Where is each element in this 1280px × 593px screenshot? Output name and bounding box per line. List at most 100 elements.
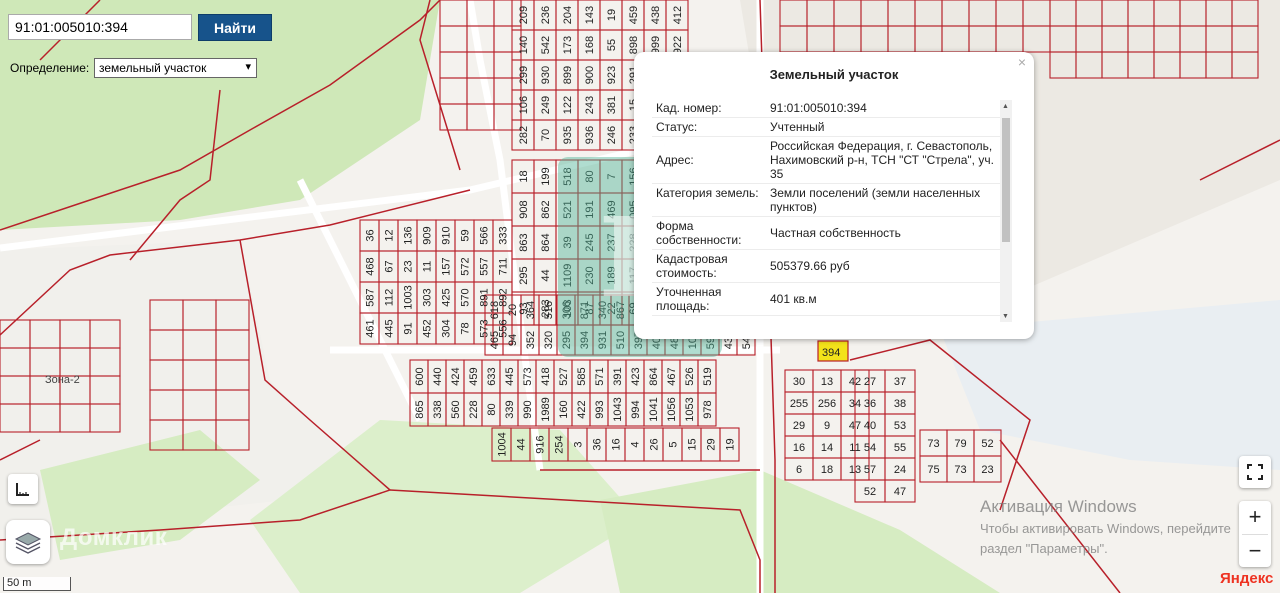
yandex-logo: Яндекс [1220, 570, 1274, 587]
plot-number: 993 [594, 400, 606, 418]
close-icon[interactable]: × [1018, 54, 1026, 70]
plot-number: 20 [507, 304, 519, 316]
plot-number: 122 [562, 96, 574, 114]
plot-number: 15 [687, 438, 699, 450]
plot-number: 1041 [648, 397, 660, 421]
plot-number: 70 [540, 129, 552, 141]
zoom-in-button[interactable]: + [1239, 501, 1271, 534]
plot-number: 19 [606, 9, 618, 21]
plot-number: 55 [606, 39, 618, 51]
plot-number: 908 [518, 200, 530, 218]
plot-number: 560 [450, 400, 462, 418]
plot-number: 519 [702, 367, 714, 385]
plot-number: 27 [864, 376, 876, 388]
row-key: Форма собственности: [656, 219, 742, 247]
definition-selected: земельный участок [99, 61, 207, 75]
plot-number: 16 [793, 442, 805, 454]
plot-number: 600 [414, 367, 426, 385]
plot-number: 19 [725, 438, 737, 450]
plot-number: 36 [365, 229, 377, 241]
plot-number: 862 [540, 200, 552, 218]
plot-number: 13 [849, 464, 861, 476]
fullscreen-button[interactable] [1239, 456, 1271, 488]
plot-number: 900 [584, 66, 596, 84]
row-value: 401 кв.м [770, 292, 817, 306]
plot-number: 13 [821, 376, 833, 388]
plot-number: 9 [824, 420, 830, 432]
zoom-out-button[interactable]: − [1239, 534, 1271, 567]
plot-number: 990 [522, 400, 534, 418]
plot-number: 29 [706, 438, 718, 450]
layers-button[interactable] [6, 520, 50, 564]
plot-number: 3 [573, 441, 585, 447]
plot-number: 4 [630, 441, 642, 447]
plot-number: 91 [403, 322, 415, 334]
plot-number: 994 [630, 400, 642, 418]
plot-number: 587 [365, 288, 377, 306]
plot-number: 36 [592, 438, 604, 450]
plot-number: 16 [611, 438, 623, 450]
plot-number: 364 [525, 301, 537, 319]
popup-row: Уточненная площадь: 401 кв.м [652, 283, 1012, 316]
plot-number: 465 [489, 331, 501, 349]
highlighted-plot-label: 394 [822, 347, 840, 359]
plot-number: 73 [927, 438, 939, 450]
chevron-down-icon: ▾ [245, 61, 251, 73]
popup-row: Статус: Учтенный [652, 118, 1012, 137]
plot-number: 23 [981, 464, 993, 476]
plot-number: 59 [460, 229, 472, 241]
plot-number: 445 [504, 367, 516, 385]
definition-select[interactable]: земельный участок ▾ [94, 58, 257, 78]
plot-number: 94 [507, 334, 519, 346]
plot-number: 6 [796, 464, 802, 476]
plot-number: 106 [518, 96, 530, 114]
plot-number: 1053 [684, 397, 696, 421]
plot-number: 461 [365, 319, 377, 337]
plot-number: 468 [365, 257, 377, 275]
plot-number: 916 [535, 435, 547, 453]
plot-number: 23 [403, 260, 415, 272]
plot-number: 112 [384, 289, 396, 307]
plot-number: 79 [954, 438, 966, 450]
fullscreen-icon [1247, 464, 1263, 480]
plot-number: 527 [558, 367, 570, 385]
plot-number: 5 [668, 441, 680, 447]
plot-number: 78 [460, 322, 472, 334]
row-key: Статус: [656, 120, 698, 134]
find-button[interactable]: Найти [198, 14, 272, 41]
windows-activation-text: Чтобы активировать Windows, перейдите [980, 521, 1231, 536]
popup-row: Категория земель: Земли поселений (земли … [652, 184, 1012, 217]
plot-number: 467 [666, 367, 678, 385]
plot-number: 303 [422, 288, 434, 306]
plot-number: 26 [649, 438, 661, 450]
layers-icon [14, 532, 42, 554]
plot-number: 320 [543, 331, 555, 349]
popup-scrollbar[interactable]: ▲ ▼ [1000, 100, 1012, 322]
windows-activation-text-2: раздел "Параметры". [980, 541, 1108, 556]
scroll-up-icon[interactable]: ▲ [1002, 103, 1009, 110]
search-input[interactable]: 91:01:005010:394 [8, 14, 192, 40]
plot-number: 339 [504, 400, 516, 418]
plot-number: 254 [554, 435, 566, 453]
plot-number: 936 [584, 126, 596, 144]
row-key: Уточненная площадь: [656, 285, 722, 313]
plot-number: 557 [479, 257, 491, 275]
scroll-thumb[interactable] [1002, 118, 1010, 242]
row-value: Земли поселений (земли населенных пункто… [770, 186, 981, 214]
area-label: Зона-2 [45, 374, 80, 386]
plot-number: 57 [864, 464, 876, 476]
plot-number: 249 [540, 96, 552, 114]
plot-number: 865 [414, 400, 426, 418]
plot-number: 425 [441, 288, 453, 306]
plot-number: 136 [403, 226, 415, 244]
definition-label: Определение: [10, 61, 90, 75]
plot-number: 40 [864, 420, 876, 432]
row-value: 91:01:005010:394 [770, 101, 867, 115]
ruler-button[interactable] [8, 474, 38, 504]
plot-number: 295 [518, 266, 530, 284]
plot-number: 930 [540, 66, 552, 84]
row-key: Адрес: [656, 153, 694, 167]
plot-number: 18 [821, 464, 833, 476]
ruler-icon [16, 483, 29, 496]
scroll-down-icon[interactable]: ▼ [1002, 313, 1009, 320]
